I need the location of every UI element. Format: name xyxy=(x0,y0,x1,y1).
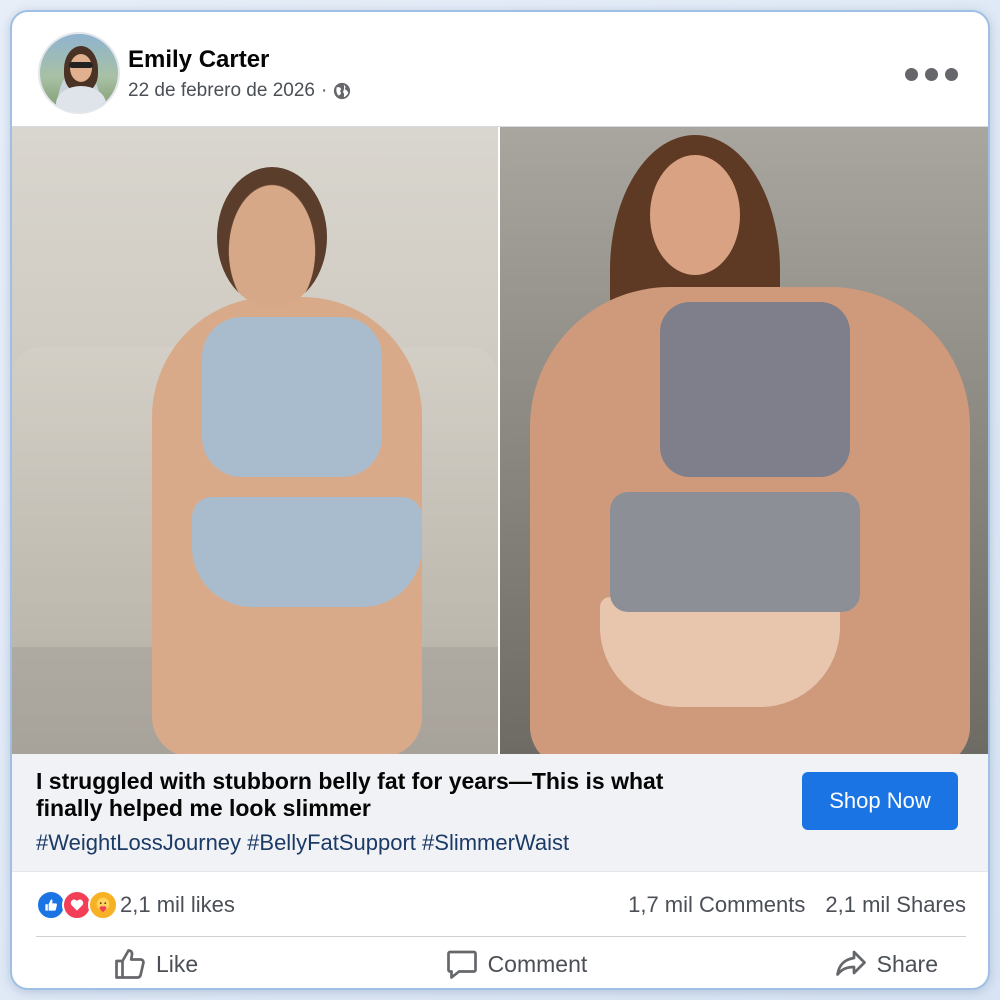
share-button[interactable]: Share xyxy=(753,946,966,982)
divider xyxy=(36,936,966,937)
before-photo[interactable] xyxy=(12,127,500,754)
briefs xyxy=(600,597,840,707)
more-options-icon[interactable] xyxy=(905,68,958,81)
post-date[interactable]: 22 de febrero de 2026 xyxy=(128,80,315,102)
more-dot xyxy=(925,68,938,81)
comment-icon xyxy=(446,950,477,979)
shares-count[interactable]: 2,1 mil Shares xyxy=(825,892,966,918)
comment-label: Comment xyxy=(487,950,588,977)
avatar[interactable] xyxy=(38,32,120,114)
more-dot xyxy=(905,68,918,81)
care-icon xyxy=(88,890,118,920)
likes-count[interactable]: 2,1 mil likes xyxy=(120,892,235,918)
more-dot xyxy=(945,68,958,81)
engagement-stats: 2,1 mil likes 1,7 mil Comments 2,1 mil S… xyxy=(36,882,966,928)
post-header: Emily Carter 22 de febrero de 2026 · xyxy=(12,12,988,126)
avatar-face xyxy=(70,54,92,82)
reactions-summary[interactable]: 2,1 mil likes xyxy=(36,890,235,920)
person-head xyxy=(217,167,327,307)
post-media[interactable] xyxy=(12,126,988,754)
post-meta: 22 de febrero de 2026 · xyxy=(128,80,351,102)
ad-link-bar[interactable]: I struggled with stubborn belly fat for … xyxy=(12,754,988,872)
hashtags[interactable]: #WeightLossJourney #BellyFatSupport #Sli… xyxy=(36,830,569,856)
share-icon xyxy=(835,950,866,976)
avatar-sunglasses xyxy=(69,62,93,68)
avatar-body xyxy=(56,86,106,112)
after-photo[interactable] xyxy=(500,127,988,754)
author-name[interactable]: Emily Carter xyxy=(128,46,269,74)
comment-share-counts: 1,7 mil Comments 2,1 mil Shares xyxy=(628,892,966,918)
waist-shaper xyxy=(610,492,860,612)
post-card: Emily Carter 22 de febrero de 2026 · I s… xyxy=(10,10,990,990)
like-label: Like xyxy=(156,950,199,977)
like-button[interactable]: Like xyxy=(36,946,278,982)
sports-bra xyxy=(202,317,382,477)
shorts xyxy=(192,497,422,607)
thumbs-up-icon xyxy=(115,949,145,979)
ad-headline[interactable]: I struggled with stubborn belly fat for … xyxy=(36,768,736,822)
shop-now-button[interactable]: Shop Now xyxy=(802,772,958,830)
person-face xyxy=(650,155,740,275)
sports-bra xyxy=(660,302,850,477)
action-bar: Like Comment Share xyxy=(36,940,966,988)
reaction-icons xyxy=(36,890,118,920)
globe-icon xyxy=(333,82,351,100)
comments-count[interactable]: 1,7 mil Comments xyxy=(628,892,805,918)
comment-button[interactable]: Comment xyxy=(364,946,668,982)
meta-separator: · xyxy=(321,80,328,101)
share-label: Share xyxy=(876,950,938,977)
